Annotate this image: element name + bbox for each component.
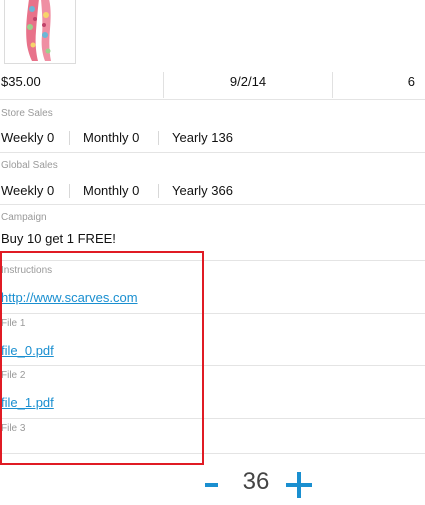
global-sales-row: Weekly 0 Monthly 0 Yearly 366 — [0, 183, 425, 201]
scarf-icon — [5, 0, 75, 63]
file-2-label: File 2 — [1, 370, 26, 381]
global-yearly: Yearly 366 — [172, 183, 233, 198]
price-value: $35.00 — [1, 74, 41, 89]
instructions-link[interactable]: http://www.scarves.com — [1, 290, 138, 306]
global-monthly: Monthly 0 — [83, 183, 140, 198]
campaign-value: Buy 10 get 1 FREE! — [1, 231, 116, 246]
file-2-link[interactable]: file_1.pdf — [1, 395, 54, 411]
product-image[interactable] — [4, 0, 76, 64]
count-value: 6 — [407, 74, 415, 89]
store-yearly: Yearly 136 — [172, 130, 233, 145]
stat-divider — [158, 184, 159, 198]
divider — [0, 152, 425, 153]
store-sales-row: Weekly 0 Monthly 0 Yearly 136 — [0, 130, 425, 148]
store-weekly: Weekly 0 — [1, 130, 55, 145]
divider — [0, 453, 425, 454]
stat-divider — [69, 184, 70, 198]
divider — [0, 99, 425, 100]
store-sales-label: Store Sales — [1, 108, 53, 119]
divider — [0, 260, 425, 261]
instructions-label: Instructions — [1, 265, 53, 276]
file-1-link[interactable]: file_0.pdf — [1, 343, 54, 359]
date-value: 9/2/14 — [229, 74, 267, 89]
campaign-label: Campaign — [1, 212, 47, 223]
file-1-label: File 1 — [1, 318, 26, 329]
store-monthly: Monthly 0 — [83, 130, 140, 145]
global-weekly: Weekly 0 — [1, 183, 55, 198]
divider — [0, 313, 425, 314]
divider — [0, 204, 425, 205]
plus-icon[interactable] — [286, 472, 312, 498]
minus-icon[interactable] — [205, 483, 218, 487]
file-3-label: File 3 — [1, 423, 26, 434]
quantity-value: 36 — [242, 468, 270, 495]
stat-divider — [69, 131, 70, 145]
product-summary-row: $35.00 9/2/14 6 — [0, 72, 425, 98]
divider — [0, 418, 425, 419]
quantity-stepper: 36 — [200, 466, 320, 502]
stat-divider — [158, 131, 159, 145]
global-sales-label: Global Sales — [1, 160, 58, 171]
divider — [0, 365, 425, 366]
